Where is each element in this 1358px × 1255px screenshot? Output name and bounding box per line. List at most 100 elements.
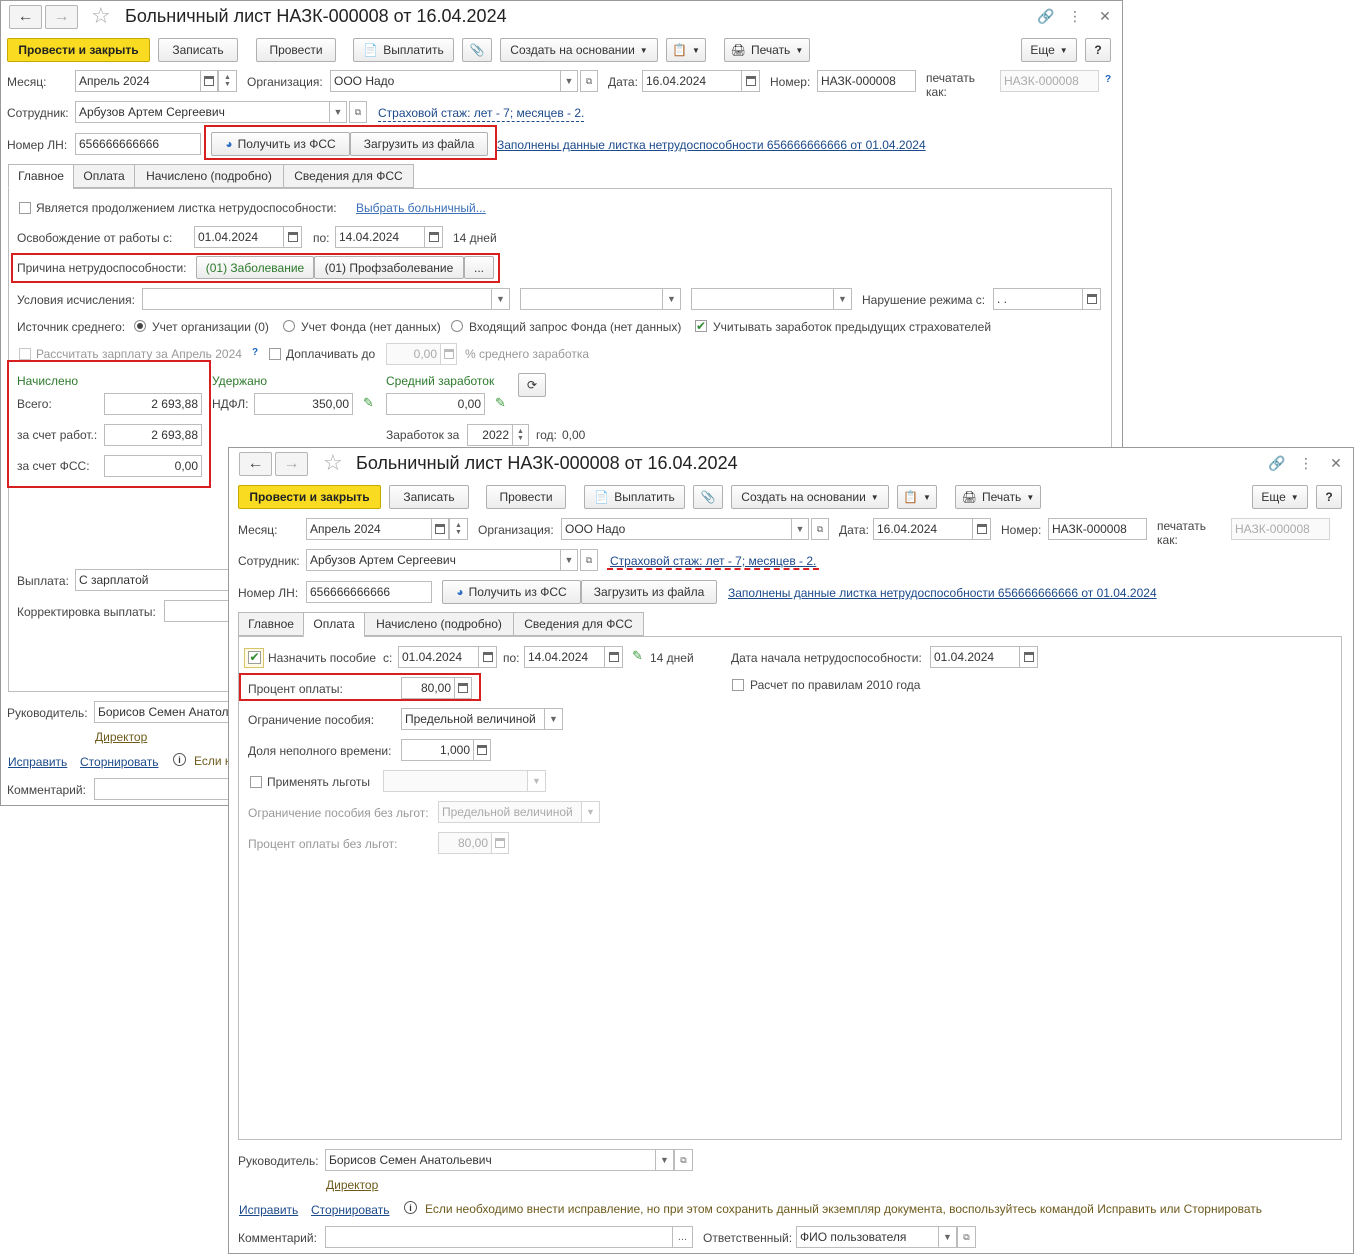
link-icon[interactable]: 🔗 xyxy=(1268,455,1285,471)
storno-link[interactable]: Сторнировать xyxy=(311,1202,389,1218)
assign-to-field[interactable]: 14.04.2024 xyxy=(524,646,605,668)
tab-payment[interactable]: Оплата xyxy=(303,612,365,636)
more-button[interactable]: Еще ▼ xyxy=(1252,485,1308,509)
comment-field[interactable] xyxy=(325,1226,673,1248)
tab-main[interactable]: Главное xyxy=(238,612,304,636)
date-field[interactable]: 16.04.2024 xyxy=(642,70,742,92)
limit-nobenefit-field[interactable]: Предельной величиной xyxy=(438,801,582,823)
pay-button[interactable]: 📄 Выплатить xyxy=(353,38,454,62)
attach-button[interactable]: 📎 xyxy=(693,485,723,509)
employee-open-button[interactable]: ⧉ xyxy=(349,101,367,123)
assign-from-field[interactable]: 01.04.2024 xyxy=(398,646,479,668)
help-question-icon[interactable]: ? xyxy=(252,347,258,358)
post-close-button[interactable]: Провести и закрыть xyxy=(7,38,150,62)
help-button[interactable]: ? xyxy=(1316,485,1342,509)
earnings-year-field[interactable]: 2022 xyxy=(467,424,513,446)
tab-accrued-detail[interactable]: Начислено (подробно) xyxy=(364,612,514,636)
start-date-field[interactable]: 01.04.2024 xyxy=(930,646,1020,668)
post-close-button[interactable]: Провести и закрыть xyxy=(238,485,381,509)
month-stepper[interactable]: ▲ ▼ xyxy=(218,70,237,92)
release-from-calendar[interactable] xyxy=(283,226,302,248)
conditions-dropdown-1[interactable]: ▼ xyxy=(491,288,510,310)
topup-checkbox[interactable] xyxy=(269,348,281,360)
responsible-open-button[interactable]: ⧉ xyxy=(957,1226,976,1248)
forward-nav-button[interactable]: → xyxy=(45,5,78,29)
head-field[interactable]: Борисов Семен Анатол xyxy=(94,701,244,723)
close-icon[interactable]: ✕ xyxy=(1097,8,1113,24)
load-from-file-button[interactable]: Загрузить из файла xyxy=(350,132,488,156)
date-calendar-button[interactable] xyxy=(972,518,991,540)
edit-pencil-icon[interactable]: ✎ xyxy=(363,396,375,409)
reason-occupational-button[interactable]: (01) Профзаболевание xyxy=(314,256,464,279)
topup-field[interactable]: 0,00 xyxy=(386,343,441,365)
employee-field[interactable]: Арбузов Артем Сергеевич xyxy=(75,101,330,123)
violation-calendar[interactable] xyxy=(1082,288,1101,310)
filled-data-link[interactable]: Заполнены данные листка нетрудоспособнос… xyxy=(728,585,1157,601)
ln-number-field[interactable]: 656666666666 xyxy=(306,581,432,603)
tab-payment[interactable]: Оплата xyxy=(73,164,135,188)
head-dropdown[interactable]: ▼ xyxy=(655,1149,674,1171)
tab-accrued-detail[interactable]: Начислено (подробно) xyxy=(134,164,284,188)
total-field[interactable]: 2 693,88 xyxy=(104,393,202,415)
tab-fss-info[interactable]: Сведения для ФСС xyxy=(283,164,414,188)
percent-nobenefit-calc[interactable] xyxy=(491,832,509,854)
filled-data-link[interactable]: Заполнены данные листка нетрудоспособнос… xyxy=(497,137,926,153)
fss-field[interactable]: 0,00 xyxy=(104,455,202,477)
forward-nav-button[interactable]: → xyxy=(275,452,308,476)
pay-button[interactable]: 📄 Выплатить xyxy=(584,485,685,509)
date-calendar-button[interactable] xyxy=(741,70,760,92)
report-button[interactable]: 📋 ▼ xyxy=(666,38,706,62)
fix-link[interactable]: Исправить xyxy=(239,1202,298,1218)
ln-number-field[interactable]: 656666666666 xyxy=(75,133,201,155)
source-fund-radio[interactable] xyxy=(283,320,295,332)
save-button[interactable]: Записать xyxy=(158,38,238,62)
responsible-field[interactable]: ФИО пользователя xyxy=(796,1226,939,1248)
ndfl-field[interactable]: 350,00 xyxy=(254,393,353,415)
month-calendar-button[interactable] xyxy=(431,518,449,540)
close-icon[interactable]: ✕ xyxy=(1328,455,1344,471)
load-from-file-button[interactable]: Загрузить из файла xyxy=(581,580,717,604)
get-from-fss-button[interactable]: ◕ Получить из ФСС xyxy=(211,132,350,156)
earnings-year-stepper[interactable]: ▲ ▼ xyxy=(512,424,529,446)
create-based-button[interactable]: Создать на основании ▼ xyxy=(731,485,889,509)
start-date-calendar[interactable] xyxy=(1019,646,1038,668)
release-to-calendar[interactable] xyxy=(424,226,443,248)
percent-field[interactable]: 80,00 xyxy=(401,677,455,699)
benefits-checkbox[interactable] xyxy=(250,776,262,788)
violation-field[interactable]: . . xyxy=(993,288,1083,310)
conditions-dropdown-3[interactable]: ▼ xyxy=(833,288,852,310)
calc-salary-checkbox[interactable] xyxy=(19,348,31,360)
get-from-fss-button[interactable]: ◕ Получить из ФСС xyxy=(442,580,581,604)
back-nav-button[interactable]: ← xyxy=(239,452,272,476)
storno-link[interactable]: Сторнировать xyxy=(80,754,158,770)
more-button[interactable]: Еще ▼ xyxy=(1021,38,1077,62)
fix-link[interactable]: Исправить xyxy=(8,754,67,770)
payout-field[interactable]: С зарплатой xyxy=(75,569,235,591)
month-field[interactable]: Апрель 2024 xyxy=(306,518,432,540)
back-nav-button[interactable]: ← xyxy=(9,5,42,29)
benefits-field[interactable] xyxy=(383,770,528,792)
month-calendar-button[interactable] xyxy=(200,70,218,92)
employee-field[interactable]: Арбузов Артем Сергеевич xyxy=(306,549,561,571)
number-field[interactable]: НАЗК-000008 xyxy=(1048,518,1147,540)
assign-checkbox[interactable]: ✔ xyxy=(248,651,261,664)
source-request-radio[interactable] xyxy=(451,320,463,332)
source-org-radio[interactable] xyxy=(134,320,146,332)
employer-field[interactable]: 2 693,88 xyxy=(104,424,202,446)
choose-sick-leave-link[interactable]: Выбрать больничный... xyxy=(356,200,486,216)
reason-illness-button[interactable]: (01) Заболевание xyxy=(196,256,314,279)
date-field[interactable]: 16.04.2024 xyxy=(873,518,973,540)
print-as-field[interactable]: НАЗК-000008 xyxy=(1000,70,1099,92)
month-field[interactable]: Апрель 2024 xyxy=(75,70,201,92)
edit-pencil-icon[interactable]: ✎ xyxy=(495,396,507,409)
responsible-dropdown[interactable]: ▼ xyxy=(938,1226,957,1248)
employee-dropdown-button[interactable]: ▼ xyxy=(329,101,347,123)
favorite-star-icon[interactable]: ☆ xyxy=(91,4,111,28)
help-question-icon[interactable]: ? xyxy=(1105,74,1111,85)
head-open-button[interactable]: ⧉ xyxy=(674,1149,693,1171)
conditions-dropdown-2[interactable]: ▼ xyxy=(662,288,681,310)
post-button[interactable]: Провести xyxy=(256,38,336,62)
employee-open-button[interactable]: ⧉ xyxy=(580,549,598,571)
org-field[interactable]: ООО Надо xyxy=(561,518,792,540)
assign-from-calendar[interactable] xyxy=(478,646,497,668)
